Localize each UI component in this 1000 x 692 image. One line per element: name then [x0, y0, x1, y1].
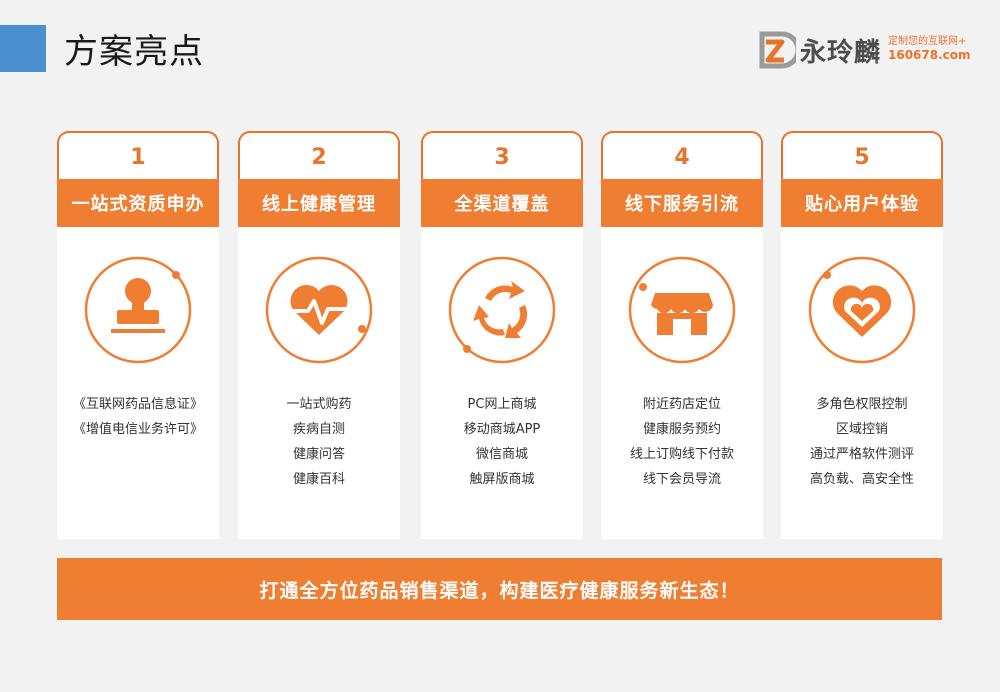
heartbeat-icon	[265, 256, 373, 364]
feature-card-1: 1 一站式资质申办 《互联网药品信息证》 《增值电信业务许可》	[57, 131, 219, 539]
list-item: PC网上商城	[467, 397, 537, 412]
logo-mark-icon	[759, 31, 796, 69]
card-number-tab: 4	[601, 131, 763, 183]
list-item: 附近药店定位	[642, 397, 721, 412]
feature-card-3: 3 全渠道覆盖 PC网上商城 移动商城APP 微信商城 触屏版商城	[421, 131, 583, 539]
card-number: 1	[130, 145, 146, 170]
brand-url: 160678.com	[888, 48, 971, 62]
list-item: 触屏版商城	[469, 472, 535, 487]
card-number-tab: 3	[421, 131, 583, 183]
card-number-tab: 1	[57, 131, 219, 183]
list-item: 移动商城APP	[463, 422, 541, 437]
list-item: 疾病自测	[292, 422, 345, 437]
card-body: 附近药店定位 健康服务预约 线上订购线下付款 线下会员导流	[601, 227, 763, 539]
list-item: 多角色权限控制	[816, 397, 908, 412]
card-number: 2	[311, 145, 327, 170]
card-body: 一站式购药 疾病自测 健康问答 健康百科	[238, 227, 400, 539]
list-item: 《互联网药品信息证》	[72, 397, 203, 412]
card-item-list: 《互联网药品信息证》 《增值电信业务许可》	[57, 392, 219, 442]
list-item: 高负载、高安全性	[809, 472, 914, 487]
card-body: 《互联网药品信息证》 《增值电信业务许可》	[57, 227, 219, 539]
card-body: PC网上商城 移动商城APP 微信商城 触屏版商城	[421, 227, 583, 539]
card-number: 4	[674, 145, 690, 170]
card-item-list: 多角色权限控制 区域控销 通过严格软件测评 高负载、高安全性	[781, 392, 943, 492]
card-number: 5	[854, 145, 870, 170]
feature-card-4: 4 线下服务引流 附近药店定位 健康服务预约 线上订购线下付款 线下会员导流	[601, 131, 763, 539]
card-item-list: 附近药店定位 健康服务预约 线上订购线下付款 线下会员导流	[601, 392, 763, 492]
list-item: 微信商城	[475, 447, 528, 462]
list-item: 《增值电信业务许可》	[72, 422, 203, 437]
summary-banner: 打通全方位药品销售渠道，构建医疗健康服务新生态！	[57, 558, 942, 620]
card-title: 全渠道覆盖	[421, 179, 583, 227]
heart-icon	[808, 256, 916, 364]
list-item: 健康问答	[292, 447, 345, 462]
card-item-list: 一站式购药 疾病自测 健康问答 健康百科	[238, 392, 400, 492]
card-item-list: PC网上商城 移动商城APP 微信商城 触屏版商城	[421, 392, 583, 492]
card-number-tab: 2	[238, 131, 400, 183]
card-title: 贴心用户体验	[781, 179, 943, 227]
refresh-arrows-icon	[448, 256, 556, 364]
list-item: 通过严格软件测评	[809, 447, 914, 462]
page-title: 方案亮点	[64, 32, 204, 72]
brand-name: 永玲麟	[800, 38, 882, 68]
brand-tagline: 定制您的互联网+	[888, 36, 967, 47]
feature-card-2: 2 线上健康管理 一站式购药 疾病自测 健康问答 健康百科	[238, 131, 400, 539]
card-title: 一站式资质申办	[57, 179, 219, 227]
list-item: 健康服务预约	[642, 422, 721, 437]
brand-logo: 永玲麟 定制您的互联网+ 160678.com	[752, 28, 992, 72]
feature-card-5: 5 贴心用户体验 多角色权限控制 区域控销 通过严格软件测评 高负载、高安全性	[781, 131, 943, 539]
stamp-icon	[84, 256, 192, 364]
list-item: 线下会员导流	[642, 472, 721, 487]
title-accent-block	[0, 25, 46, 72]
list-item: 线上订购线下付款	[629, 447, 734, 462]
card-number-tab: 5	[781, 131, 943, 183]
list-item: 健康百科	[292, 472, 345, 487]
list-item: 区域控销	[835, 422, 888, 437]
card-title: 线上健康管理	[238, 179, 400, 227]
list-item: 一站式购药	[286, 397, 352, 412]
card-body: 多角色权限控制 区域控销 通过严格软件测评 高负载、高安全性	[781, 227, 943, 539]
storefront-icon	[628, 256, 736, 364]
card-title: 线下服务引流	[601, 179, 763, 227]
card-number: 3	[494, 145, 510, 170]
